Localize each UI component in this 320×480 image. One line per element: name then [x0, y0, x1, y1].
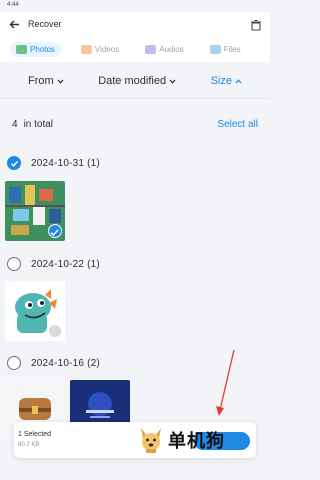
tab-photos[interactable]: Photos [10, 41, 61, 57]
divider [0, 98, 270, 99]
status-bar: 4:44 [0, 0, 270, 12]
watermark-logo: 单机狗 [138, 426, 225, 454]
total-label: in total [23, 118, 54, 130]
group-checkbox[interactable] [7, 257, 21, 271]
group-date: 2024-10-16 (2) [31, 357, 100, 369]
photo-thumbnail[interactable] [5, 181, 65, 241]
group-header: 2024-10-31 (1) [7, 154, 100, 172]
recycle-bin-icon[interactable] [250, 18, 262, 31]
tab-files[interactable]: Files [204, 42, 247, 57]
selected-count: 1 Selected [18, 431, 52, 438]
item-count: 4 [12, 118, 18, 130]
photo-icon [16, 44, 27, 54]
group-header: 2024-10-16 (2) [7, 354, 100, 372]
select-all-button[interactable]: Select all [217, 119, 258, 130]
photo-thumbnail[interactable] [5, 281, 65, 341]
dog-logo-icon [141, 428, 161, 453]
file-icon [209, 44, 221, 54]
filter-label: From [28, 75, 54, 87]
group-header: 2024-10-22 (1) [7, 255, 100, 273]
tab-audios[interactable]: Audios [139, 42, 189, 57]
filter-date-modified[interactable]: Date modified [98, 75, 176, 87]
chevron-down-icon [169, 75, 176, 87]
page-title: Recover [28, 19, 62, 29]
tab-label: Videos [94, 44, 120, 54]
selected-size: 80.7 KB [18, 442, 40, 448]
back-arrow-icon[interactable] [8, 18, 20, 30]
audio-icon [145, 44, 157, 54]
filter-label: Size [210, 75, 232, 87]
group-date: 2024-10-31 (1) [31, 157, 100, 169]
tab-label: Photos [30, 44, 55, 54]
group-checkbox[interactable] [7, 356, 21, 370]
annotation-arrow-icon [216, 349, 235, 416]
group-date: 2024-10-22 (1) [31, 258, 100, 270]
filter-label: Date modified [98, 75, 167, 87]
group-checkbox[interactable] [7, 156, 21, 170]
filter-size[interactable]: Size [211, 75, 242, 87]
status-time: 4:44 [7, 2, 19, 8]
category-tabs: Photos Videos Audios Files [0, 36, 270, 62]
photo-checkbox[interactable] [48, 224, 62, 238]
chevron-down-icon [57, 75, 64, 87]
filter-bar: From Date modified Size [0, 66, 270, 96]
filter-from[interactable]: From [28, 75, 64, 87]
tab-videos[interactable]: Videos [75, 42, 125, 57]
chevron-up-icon [235, 75, 242, 87]
tab-label: Audios [159, 44, 184, 54]
summary-row: 4 in total Select all [0, 116, 270, 132]
photo-checkbox[interactable] [48, 324, 62, 338]
video-icon [80, 44, 92, 54]
tab-label: Files [223, 44, 241, 54]
watermark-text: 单机狗 [168, 431, 225, 451]
app-bar: Recover [0, 12, 270, 36]
